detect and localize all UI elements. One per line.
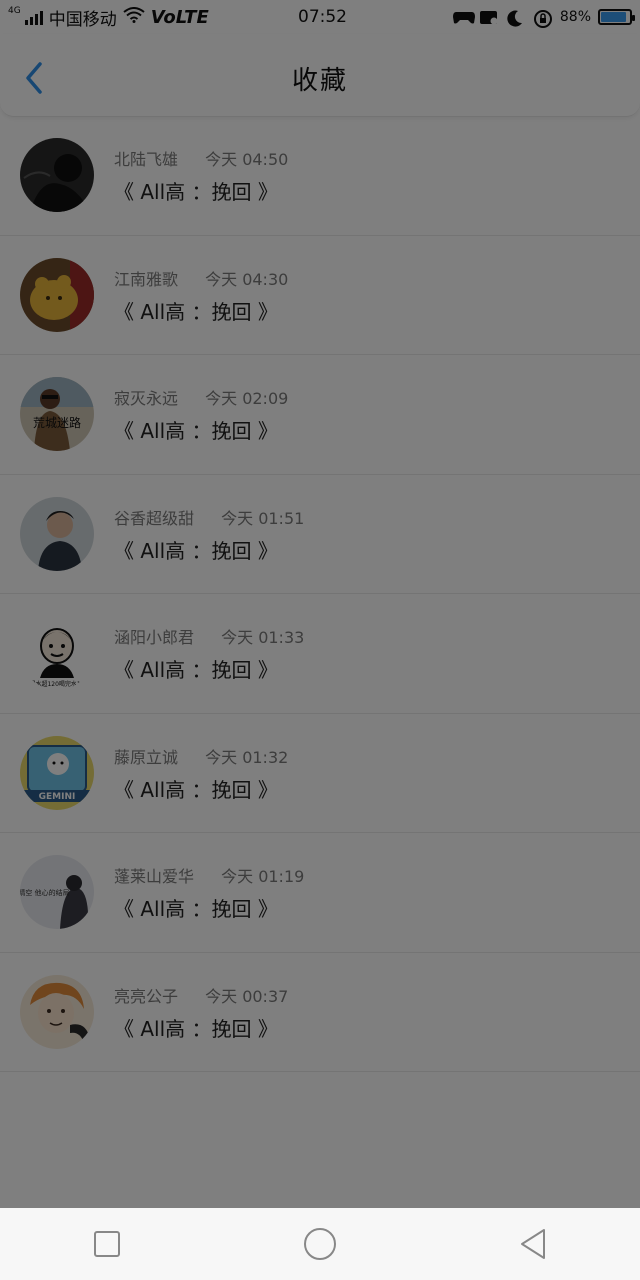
status-right: 88%: [452, 9, 635, 28]
battery-percent: 88%: [559, 9, 591, 25]
list-item[interactable]: 晴空 他心的结局 蓬莱山爱华 今天 01:19 《 All高 ：挽回 》: [0, 833, 640, 953]
app-header: 收藏: [0, 34, 640, 117]
item-meta: 藤原立诚 今天 01:32: [114, 744, 288, 768]
avatar[interactable]: GEMINI: [20, 735, 94, 810]
carrier-name: 中国移动: [48, 9, 117, 30]
square-icon: [93, 1231, 120, 1257]
recent-apps-button[interactable]: [87, 1224, 127, 1264]
favorite-title: 《 All高 ：挽回 》: [114, 299, 278, 324]
battery-icon: [598, 9, 635, 25]
item-meta: 涵阳小郎君 今天 01:33: [114, 624, 304, 648]
timestamp: 今天 00:37: [205, 986, 289, 1006]
item-meta: 蓬莱山爱华 今天 01:19: [114, 863, 304, 887]
favorite-title: 《 All高 ：挽回 》: [114, 1016, 278, 1041]
favorite-title: 《 All高 ：挽回 》: [114, 777, 278, 802]
sender-name: 藤原立诚: [114, 747, 179, 767]
list-item[interactable]: GEMINI 藤原立诚 今天 01:32 《 All高 ：挽回 》: [0, 714, 640, 833]
gamepad-icon: [452, 9, 475, 25]
sender-name: 北陆飞雄: [114, 150, 179, 169]
avatar[interactable]: [20, 138, 94, 212]
timestamp: 今天 04:30: [205, 269, 289, 289]
avatar-caption: 荒城迷路: [33, 415, 81, 430]
status-bar: 4G 中国移动 VoLTE 07:52 88%: [0, 0, 640, 34]
signal-icon: [24, 9, 43, 25]
volte-indicator: VoLTE: [150, 6, 209, 28]
sender-name: 寂灭永远: [114, 389, 179, 408]
status-left: 4G 中国移动 VoLTE: [8, 5, 268, 30]
avatar[interactable]: [20, 496, 94, 571]
message-icon: [479, 9, 499, 25]
favorites-list: 北陆飞雄 今天 04:50 《 All高 ：挽回 》 江南雅歌 今天 04:30…: [0, 116, 640, 1072]
list-item[interactable]: 荒城迷路 寂灭永远 今天 02:09 《 All高 ：挽回 》: [0, 355, 640, 475]
page-title: 收藏: [291, 66, 348, 96]
timestamp: 今天 04:50: [205, 150, 289, 169]
avatar-caption: GEMINI: [39, 792, 76, 802]
list-item[interactable]: 亮亮公子 今天 00:37 《 All高 ：挽回 》: [0, 953, 640, 1072]
list-item[interactable]: 喝水超120喝完水12 涵阳小郎君 今天 01:33 《 All高 ：挽回 》: [0, 594, 640, 714]
timestamp: 今天 02:09: [205, 389, 289, 408]
home-button[interactable]: [300, 1224, 340, 1264]
network-type: 4G: [8, 6, 21, 16]
sender-name: 谷香超级甜: [114, 508, 195, 528]
list-item[interactable]: 北陆飞雄 今天 04:50 《 All高 ：挽回 》: [0, 116, 640, 236]
moon-icon: [506, 9, 526, 27]
system-back-button[interactable]: [513, 1224, 553, 1264]
item-meta: 谷香超级甜 今天 01:51: [114, 505, 304, 529]
avatar-caption: 晴空 他心的结局: [20, 888, 70, 897]
system-nav-bar: [0, 1208, 640, 1280]
avatar[interactable]: [20, 257, 94, 332]
list-item[interactable]: 谷香超级甜 今天 01:51 《 All高 ：挽回 》: [0, 475, 640, 594]
timestamp: 今天 01:32: [205, 747, 289, 767]
circle-icon: [303, 1228, 336, 1260]
item-meta: 北陆飞雄 今天 04:50: [114, 146, 288, 170]
avatar[interactable]: 荒城迷路: [20, 377, 94, 451]
timestamp: 今天 01:51: [221, 508, 305, 528]
sender-name: 亮亮公子: [114, 986, 179, 1006]
triangle-back-icon: [521, 1229, 546, 1259]
item-meta: 亮亮公子 今天 00:37: [114, 983, 288, 1007]
list-item[interactable]: 江南雅歌 今天 04:30 《 All高 ：挽回 》: [0, 236, 640, 355]
wifi-icon: [123, 6, 145, 28]
item-meta: 寂灭永远 今天 02:09: [114, 385, 288, 409]
favorite-title: 《 All高 ：挽回 》: [114, 180, 278, 204]
timestamp: 今天 01:33: [221, 628, 305, 647]
timestamp: 今天 01:19: [221, 867, 305, 886]
favorite-title: 《 All高 ：挽回 》: [114, 419, 278, 443]
favorite-title: 《 All高 ：挽回 》: [114, 897, 278, 921]
avatar[interactable]: 喝水超120喝完水12: [20, 616, 94, 690]
avatar[interactable]: 晴空 他心的结局: [20, 855, 94, 929]
avatar[interactable]: [20, 974, 94, 1049]
rotation-lock-icon: [533, 9, 553, 28]
favorite-title: 《 All高 ：挽回 》: [114, 538, 278, 563]
avatar-caption: 喝水超120喝完水12: [29, 680, 84, 688]
item-meta: 江南雅歌 今天 04:30: [114, 266, 288, 290]
sender-name: 蓬莱山爱华: [114, 867, 195, 886]
sender-name: 涵阳小郎君: [114, 628, 195, 647]
clock: 07:52: [298, 7, 347, 27]
favorite-title: 《 All高 ：挽回 》: [114, 658, 278, 682]
sender-name: 江南雅歌: [114, 269, 179, 289]
